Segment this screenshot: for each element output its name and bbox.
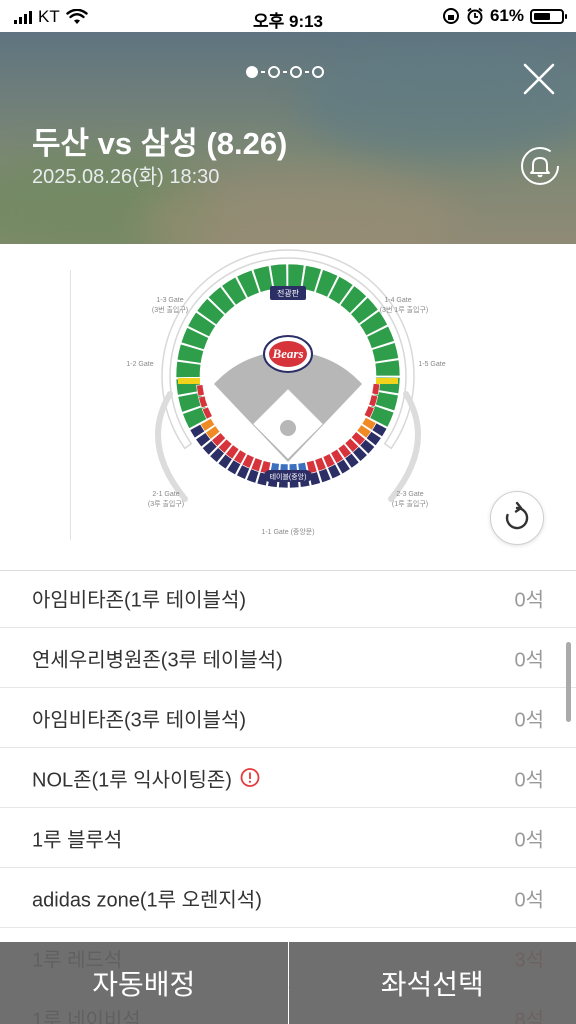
bell-icon[interactable] [518,144,562,188]
game-datetime: 2025.08.26(화) 18:30 [32,166,220,188]
signal-icon [14,10,32,24]
seat-count: 0석 [514,829,544,851]
seat-grade-label: 1루 블루석 [32,829,123,851]
battery-percent: 61% [489,6,524,25]
seat-grade-row[interactable]: 1루 블루석 0석 [0,808,576,868]
seat-grade-name: 아임비타존(1루 테이블석) [32,583,246,612]
seat-grade-label: NOL존(1루 익사이팅존) [32,769,232,791]
pager-connector [283,71,287,73]
gate-label: 1-4 Gate [384,297,411,304]
pager-connector [305,71,309,73]
gate-label: 1-2 Gate [126,361,153,368]
outfield-section [175,361,202,378]
battery-icon [530,8,567,24]
refresh-icon [505,501,529,530]
outfield-section [269,263,288,290]
alarm-icon [467,7,483,25]
page-dot-4 [312,66,324,78]
carrier-label: KT [38,7,60,26]
gate-label: (1루 출입구) [392,499,428,508]
seat-grade-row[interactable]: 아임비타존(3루 테이블석) 0석 [0,688,576,748]
pitcher-mound [280,420,296,436]
gate-label: 2-3 Gate [396,491,423,498]
outfield-section [287,263,305,290]
page-dot-2 [268,66,280,78]
list-scrollbar[interactable] [566,642,571,722]
close-icon[interactable] [522,62,556,96]
status-left: KT [14,7,88,27]
seat-grade-row[interactable]: adidas zone(1루 오렌지석) 0석 [0,868,576,928]
outfield-section [374,359,401,377]
yellow-marker [178,378,200,384]
status-bar: KT 오후 9:13 61% [0,0,576,32]
seat-count: 0석 [514,709,544,731]
seat-grade-name: 1루 블루석 [32,823,122,852]
seat-grade-name: NOL존(1루 익사이팅존) [32,763,260,792]
gate-label: (3번 1루 출입구) [380,305,429,314]
page-dot-3 [290,66,302,78]
team-logo-text: Bears [271,346,303,361]
select-seat-button[interactable]: 좌석선택 [288,942,576,1024]
seat-grade-label: 아임비타존(1루 테이블석) [32,589,246,611]
seat-grade-label: adidas zone(1루 오렌지석) [32,889,262,911]
refresh-button[interactable] [490,491,544,545]
stadium-map-panel: 전광판 테이블(중앙) Bears 1-3 Gate (3번 출입구) 1-4 Gate(… [0,244,576,571]
status-right: 61% [442,6,567,26]
seat-count: 0석 [514,649,544,671]
gate-label: (3루 출입구) [148,499,184,508]
warning-icon[interactable] [240,768,260,788]
bottom-action-bar: 자동배정 좌석선택 [0,942,576,1024]
seat-grade-row[interactable]: 아임비타존(1루 테이블석) 0석 [0,570,576,628]
game-header: 두산 vs 삼성 (8.26) 2025.08.26(화) 18:30 [0,32,576,244]
seat-grade-name: adidas zone(1루 오렌지석) [32,883,262,912]
gate-label: 1-5 Gate [418,361,445,368]
seat-count: 0석 [514,889,544,911]
page-dot-1 [246,66,258,78]
pager-connector [261,71,265,73]
seat-grade-label: 아임비타존(3루 테이블석) [32,709,246,731]
seat-grade-row[interactable]: 연세우리병원존(3루 테이블석) 0석 [0,628,576,688]
wifi-icon [66,9,88,24]
auto-assign-button[interactable]: 자동배정 [0,942,288,1024]
seat-grade-name: 연세우리병원존(3루 테이블석) [32,643,283,672]
gate-label: (3번 출입구) [152,305,188,314]
gate-label: 2-1 Gate [152,491,179,498]
rotation-lock-icon [442,8,459,24]
seat-grade-name: 아임비타존(3루 테이블석) [32,703,246,732]
page-indicator [246,66,324,78]
seat-count: 0석 [514,589,544,611]
yellow-marker [376,378,398,384]
seat-count: 0석 [514,769,544,791]
page-title: 두산 vs 삼성 (8.26) [32,126,288,161]
seat-grade-label: 연세우리병원존(3루 테이블석) [32,649,283,671]
gate-label: 1-3 Gate [156,297,183,304]
home-zone-label: 테이블(중앙) [270,472,307,481]
scoreboard-label: 전광판 [277,288,300,298]
gate-label: 1-1 Gate (중앙문) [261,528,314,536]
seat-grade-row[interactable]: NOL존(1루 익사이팅존) 0석 [0,748,576,808]
